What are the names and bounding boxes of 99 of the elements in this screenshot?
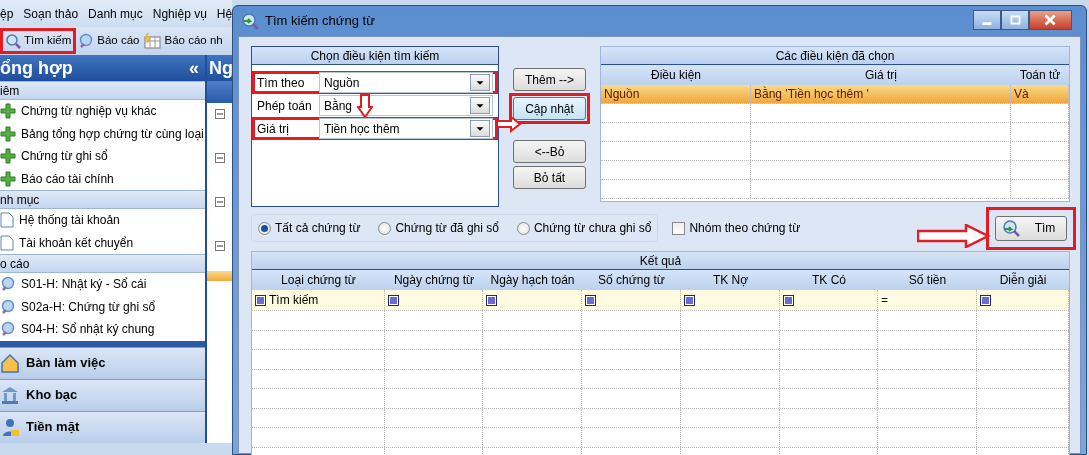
action-button[interactable]: Cập nhật (513, 97, 586, 120)
toolbar-button[interactable]: Tìm kiếm (3, 31, 74, 51)
nav-button[interactable]: Tiền mặt (0, 410, 205, 443)
sidebar-item[interactable]: Chứng từ nghiệp vụ khác (0, 100, 205, 123)
column-header[interactable]: Toán tử (1011, 66, 1069, 84)
table-cell: Nguồn (601, 85, 751, 103)
search-icon (1002, 219, 1020, 237)
maximize-button[interactable] (1001, 10, 1029, 30)
magnifier-icon (78, 33, 95, 49)
panel-band (207, 81, 232, 103)
sidebar-item[interactable]: Tài khoản kết chuyển (0, 231, 205, 254)
sidebar-item[interactable]: S04-H: Sổ nhật ký chung (0, 318, 205, 341)
filter-text[interactable]: Tìm kiếm (269, 291, 319, 309)
magnifier-icon (0, 298, 16, 315)
grid-header: Kết quả (252, 252, 1069, 270)
radio-option[interactable]: Tất cả chứng từ (258, 219, 361, 237)
plus-icon (0, 125, 16, 142)
house-icon (0, 353, 20, 373)
sidebar-item[interactable]: Chứng từ ghi sổ (0, 145, 205, 168)
column-header[interactable]: Số tiền (878, 271, 977, 289)
toolbar-button[interactable]: Báo cáo nh (141, 31, 225, 51)
section-header[interactable]: iêm (0, 81, 205, 100)
dropdown-value: Bằng (324, 97, 353, 115)
column-header[interactable]: Giá trị (751, 66, 1011, 84)
sidebar-item[interactable]: S01-H: Nhật ký - Sổ cái (0, 273, 205, 296)
expand-icon[interactable] (215, 153, 225, 163)
menu-item[interactable]: ệp (0, 4, 14, 23)
nav-button[interactable]: Bàn làm việc (0, 346, 205, 379)
toolbar-button[interactable]: Báo cáo (76, 31, 142, 51)
plus-icon (0, 103, 16, 120)
sidebar-item[interactable]: Hệ thống tài khoản (0, 209, 205, 232)
magnifier-icon (0, 276, 16, 293)
menu-item[interactable]: Nghiệp vụ (152, 4, 207, 23)
section-header[interactable]: nh mục (0, 190, 205, 209)
document-icon (0, 234, 14, 251)
filter-icon[interactable] (980, 294, 991, 306)
dropdown-field[interactable]: Nguồn (319, 72, 493, 93)
sidebar-item[interactable]: S02a-H: Chứng từ ghi sổ (0, 295, 205, 318)
plus-icon (0, 170, 16, 187)
field-label: Tìm theo (257, 74, 306, 92)
menu-item[interactable]: Danh mục (88, 4, 143, 23)
column-header[interactable]: TK Nợ (681, 271, 780, 289)
radio-option[interactable]: Chứng từ đã ghi sổ (378, 219, 499, 237)
grid-header: Các điều kiện đã chọn (601, 47, 1069, 65)
field-label: Giá trị (257, 120, 290, 138)
filter-operator[interactable]: = (881, 291, 888, 309)
column-header[interactable]: Điều kiện (601, 66, 751, 84)
sidebar-item[interactable]: Bảng tổng hợp chứng từ cùng loại (0, 122, 205, 145)
filter-icon[interactable] (486, 294, 497, 306)
column-header[interactable]: Ngày hạch toán (483, 271, 582, 289)
person-icon (0, 417, 20, 437)
field-label: Phép toán (257, 97, 313, 115)
column-header[interactable]: Số chứng từ (582, 271, 681, 289)
bank-icon (0, 385, 20, 405)
action-button[interactable]: Thêm --> (513, 68, 586, 91)
highlight-bar (207, 271, 232, 281)
dropdown-field[interactable]: Tiền học thêm (319, 118, 493, 139)
dropdown-value: Nguồn (324, 74, 360, 92)
plus-icon (0, 148, 16, 165)
search-icon (241, 12, 259, 30)
dropdown-value: Tiền học thêm (324, 120, 400, 138)
window-title: Tìm kiếm chứng từ (265, 12, 375, 31)
panel-title: Ng (207, 55, 232, 81)
checkbox-option[interactable]: Nhóm theo chứng từ (672, 219, 801, 237)
radio-option[interactable]: Chứng từ chưa ghi sổ (516, 219, 652, 237)
action-button[interactable]: <--Bỏ (513, 140, 586, 163)
nav-button[interactable]: Kho bạc (0, 378, 205, 411)
menu-item[interactable]: Hệ (216, 4, 233, 23)
section-header[interactable]: o cáo (0, 254, 205, 273)
magnifier-icon (5, 33, 21, 49)
sidebar-item[interactable]: Báo cáo tài chính (0, 167, 205, 190)
column-header[interactable]: Loại chứng từ (252, 271, 385, 289)
table-cell: Bằng 'Tiền học thêm ' (751, 85, 1011, 103)
expand-icon[interactable] (215, 109, 225, 119)
action-button[interactable]: Bỏ tất (513, 166, 586, 189)
collapse-button[interactable]: « (189, 54, 199, 82)
close-button[interactable] (1029, 10, 1072, 30)
filter-icon[interactable] (388, 294, 399, 306)
document-icon (0, 212, 14, 229)
group-header: Chọn điều kiện tìm kiếm (252, 47, 498, 65)
expand-icon[interactable] (215, 197, 225, 207)
filter-icon[interactable] (585, 294, 596, 306)
column-header[interactable]: TK Có (780, 271, 878, 289)
calendar-icon (143, 33, 162, 49)
menu-item[interactable]: Soạn thảo (23, 4, 79, 23)
minimize-button[interactable] (973, 10, 1001, 30)
sidebar-title: ổng hợp (0, 56, 73, 80)
filter-icon[interactable] (684, 294, 695, 306)
splitter[interactable] (0, 340, 205, 347)
expand-icon[interactable] (215, 241, 225, 251)
column-header[interactable]: Ngày chứng từ (385, 271, 483, 289)
table-row[interactable]: Nguồn Bằng 'Tiền học thêm ' Và (601, 85, 1069, 104)
filter-icon[interactable] (255, 294, 266, 306)
filter-icon[interactable] (783, 294, 794, 306)
magnifier-icon (0, 321, 16, 338)
table-cell: Và (1011, 85, 1069, 103)
dropdown-field[interactable]: Bằng (319, 95, 493, 116)
column-header[interactable]: Diễn giải (977, 271, 1069, 289)
search-button[interactable]: Tìm (995, 215, 1067, 241)
